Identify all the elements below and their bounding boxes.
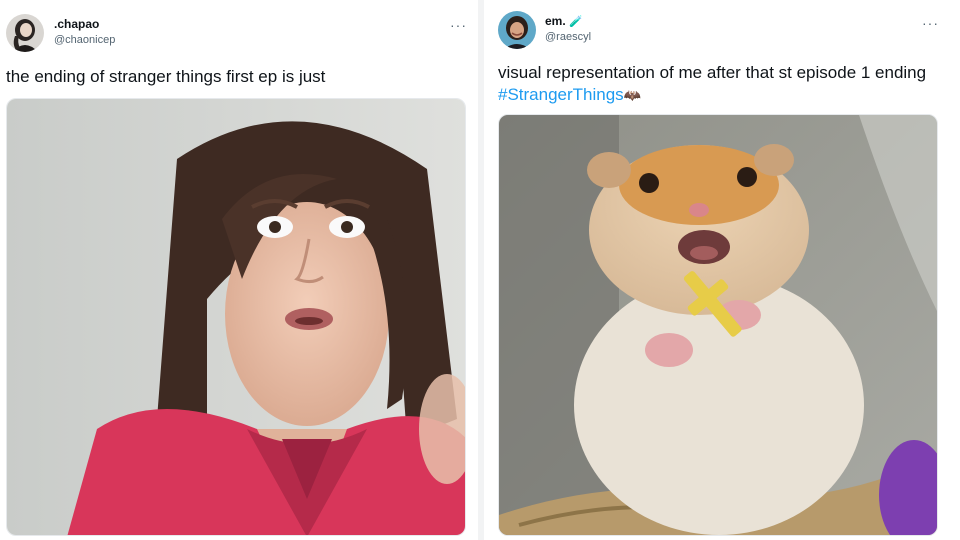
avatar-raescyl-image — [498, 11, 536, 49]
bat-icon: 🦇 — [623, 87, 642, 103]
avatar-raescyl[interactable] — [498, 11, 536, 49]
more-options-icon[interactable]: ··· — [450, 18, 467, 32]
tweet-text: visual representation of me after that s… — [498, 62, 938, 106]
user-handle[interactable]: @chaonicep — [54, 34, 115, 46]
user-handle[interactable]: @raescyl — [545, 31, 591, 43]
woman-shocked-image — [7, 99, 465, 535]
hashtag-strangerthings[interactable]: #StrangerThings — [498, 85, 624, 104]
display-name[interactable]: .chapao — [54, 17, 99, 31]
tweet-media[interactable] — [6, 98, 466, 536]
tweet-card-raescyl[interactable]: em. 🧪 @raescyl ··· visual representation… — [484, 0, 960, 540]
more-options-icon[interactable]: ··· — [922, 16, 939, 30]
tweet-card-chapao[interactable]: .chapao @chaonicep ··· the ending of str… — [0, 0, 478, 540]
tweet-media[interactable] — [498, 114, 938, 536]
avatar-chapao[interactable] — [6, 14, 44, 52]
tweet-text: the ending of stranger things first ep i… — [6, 67, 326, 86]
avatar-chapao-image — [6, 14, 44, 52]
test-tube-icon: 🧪 — [569, 16, 583, 28]
display-name-text: em. — [545, 14, 566, 28]
scared-hamster-image — [499, 115, 937, 535]
tweet-text-body: visual representation of me after that s… — [498, 63, 927, 82]
display-name[interactable]: em. 🧪 — [545, 14, 583, 28]
